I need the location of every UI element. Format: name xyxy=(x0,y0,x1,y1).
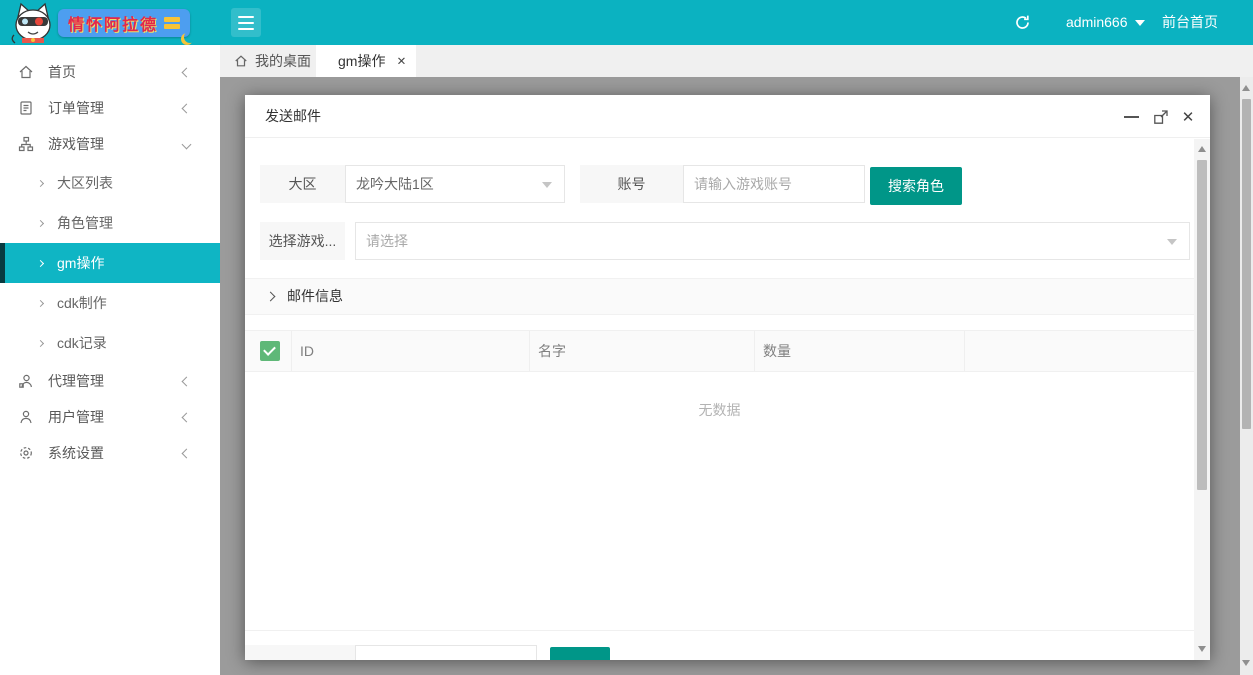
account-input[interactable] xyxy=(683,165,865,203)
minimize-icon xyxy=(1124,116,1139,118)
frontend-home-link[interactable]: 前台首页 xyxy=(1162,0,1218,45)
close-button[interactable] xyxy=(1178,107,1198,127)
item-table-header: ID 名字 数量 xyxy=(245,330,1194,372)
user-icon xyxy=(18,409,34,425)
dialog-scrollbar[interactable] xyxy=(1194,139,1210,660)
caret-down-icon xyxy=(1135,20,1145,26)
logo-decoration xyxy=(164,15,180,31)
moon-icon xyxy=(184,31,196,43)
arrow-right-icon xyxy=(37,179,44,186)
maximize-button[interactable] xyxy=(1151,107,1171,127)
page-scrollbar-thumb[interactable] xyxy=(1242,99,1251,429)
minimize-button[interactable] xyxy=(1121,107,1141,127)
dialog-scrollbar-thumb[interactable] xyxy=(1197,160,1207,490)
chevron-left-icon xyxy=(182,448,192,458)
chevron-down-icon xyxy=(182,139,192,149)
sidebar-item-role-manage[interactable]: 角色管理 xyxy=(0,203,220,243)
sidebar-item-agents[interactable]: 代理管理 xyxy=(0,363,220,399)
sitemap-icon xyxy=(18,136,34,152)
logo[interactable]: 情怀阿拉德 xyxy=(58,9,190,37)
logo-text: 情怀阿拉德 xyxy=(68,11,158,35)
username: admin666 xyxy=(1066,14,1128,30)
user-menu[interactable]: admin666 xyxy=(1066,0,1145,45)
chevron-left-icon xyxy=(182,103,192,113)
sidebar: 首页 订单管理 游戏管理 大区列表 角色管理 xyxy=(0,45,220,675)
dialog-header: 发送邮件 xyxy=(245,95,1210,138)
sidebar-item-home[interactable]: 首页 xyxy=(0,54,220,90)
table-bottom-border xyxy=(245,630,1194,631)
chevron-left-icon xyxy=(182,67,192,77)
select-caret-icon xyxy=(542,182,552,188)
scroll-down-icon[interactable] xyxy=(1242,660,1250,666)
refresh-icon xyxy=(1014,14,1031,31)
search-role-button[interactable]: 搜索角色 xyxy=(870,167,962,205)
account-label: 账号 xyxy=(580,165,683,203)
sidebar-item-users[interactable]: 用户管理 xyxy=(0,399,220,435)
arrow-right-icon xyxy=(37,339,44,346)
column-header-empty xyxy=(965,331,1194,371)
game-select-placeholder: 请选择 xyxy=(366,231,408,251)
column-header-name: 名字 xyxy=(530,331,755,371)
page-scrollbar[interactable] xyxy=(1240,77,1253,675)
refresh-button[interactable] xyxy=(1014,0,1031,45)
game-select[interactable]: 请选择 xyxy=(355,222,1190,260)
tabbar: 我的桌面 gm操作 xyxy=(220,45,1253,77)
agent-icon xyxy=(18,373,34,389)
sidebar-item-gm-operate[interactable]: gm操作 xyxy=(0,243,220,283)
close-tab-icon[interactable] xyxy=(397,54,406,68)
chevron-left-icon xyxy=(182,412,192,422)
send-mail-dialog: 发送邮件 大区 龙吟大陆1区 账号 搜索角色 选择游戏... 请选择 xyxy=(245,95,1210,660)
region-label: 大区 xyxy=(260,165,345,203)
select-caret-icon xyxy=(1167,239,1177,245)
region-select-value: 龙吟大陆1区 xyxy=(356,174,434,194)
home-icon xyxy=(18,64,34,80)
topbar: 情怀阿拉德 admin666 前台首页 xyxy=(0,0,1253,45)
empty-state-text: 无数据 xyxy=(245,400,1194,420)
arrow-right-icon xyxy=(37,219,44,226)
scroll-up-icon[interactable] xyxy=(1242,85,1250,91)
app-window: 情怀阿拉德 admin666 前台首页 首页 xyxy=(0,0,1253,675)
bottom-field-input[interactable] xyxy=(355,645,537,660)
sidebar-item-cdk-record[interactable]: cdk记录 xyxy=(0,323,220,363)
select-all-checkbox[interactable] xyxy=(260,341,280,361)
scroll-down-icon[interactable] xyxy=(1198,646,1206,652)
cat-mascot-icon xyxy=(8,1,58,48)
maximize-icon xyxy=(1153,109,1169,125)
sidebar-item-region-list[interactable]: 大区列表 xyxy=(0,163,220,203)
chevron-left-icon xyxy=(182,376,192,386)
bottom-action-button[interactable] xyxy=(550,647,610,660)
column-header-qty: 数量 xyxy=(755,331,965,371)
sidebar-item-cdk-make[interactable]: cdk制作 xyxy=(0,283,220,323)
select-all-cell xyxy=(245,331,292,371)
mail-info-section-title: 邮件信息 xyxy=(287,279,343,314)
dialog-title: 发送邮件 xyxy=(265,95,321,138)
bottom-field-label xyxy=(245,645,355,660)
document-icon xyxy=(18,100,34,116)
mail-info-section-toggle[interactable]: 邮件信息 xyxy=(245,278,1194,315)
sidebar-item-games[interactable]: 游戏管理 xyxy=(0,126,220,162)
tab-my-desktop[interactable]: 我的桌面 xyxy=(220,45,316,77)
arrow-right-icon xyxy=(37,299,44,306)
region-select[interactable]: 龙吟大陆1区 xyxy=(345,165,565,203)
gear-icon xyxy=(18,445,34,461)
chevron-right-icon xyxy=(266,292,276,302)
home-icon xyxy=(234,54,248,68)
sidebar-item-orders[interactable]: 订单管理 xyxy=(0,90,220,126)
arrow-right-icon xyxy=(37,259,44,266)
menu-toggle-button[interactable] xyxy=(231,8,261,37)
tab-gm-operate[interactable]: gm操作 xyxy=(316,45,416,77)
game-select-label: 选择游戏... xyxy=(260,222,345,260)
sidebar-item-settings[interactable]: 系统设置 xyxy=(0,435,220,471)
column-header-id: ID xyxy=(292,331,530,371)
scroll-up-icon[interactable] xyxy=(1198,146,1206,152)
